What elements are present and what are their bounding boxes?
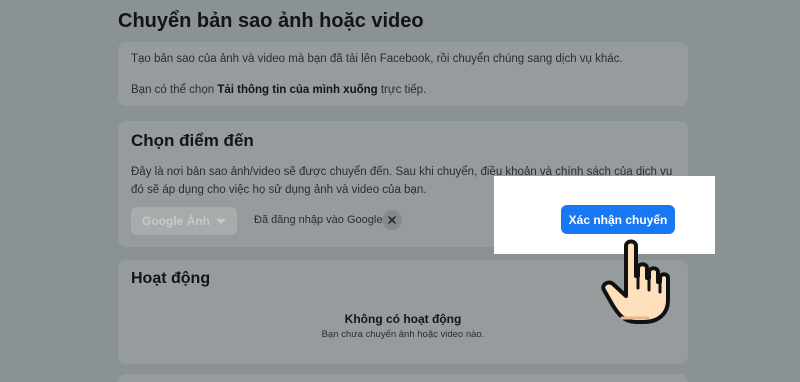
logged-in-label: Đã đăng nhập vào Google [254, 214, 383, 226]
chevron-down-icon [216, 218, 226, 224]
activity-title: Hoạt động [131, 270, 211, 287]
download-info-link[interactable]: Tải thông tin của mình xuống [217, 84, 377, 96]
destination-title: Chọn điểm đến [131, 131, 254, 150]
next-card [118, 374, 688, 382]
intro-download-text: Bạn có thể chọn Tải thông tin của mình x… [131, 84, 426, 96]
page-title: Chuyển bản sao ảnh hoặc video [118, 10, 424, 32]
destination-select[interactable]: Google Ảnh [131, 207, 237, 235]
intro-download-suffix: trực tiếp. [377, 84, 427, 96]
logout-button[interactable] [382, 210, 402, 230]
destination-select-value: Google Ảnh [142, 214, 210, 228]
intro-text: Tạo bản sao của ảnh và video mà bạn đã t… [131, 53, 623, 65]
empty-state-subtitle: Bạn chưa chuyển ảnh hoặc video nào. [321, 329, 485, 340]
intro-card: Tạo bản sao của ảnh và video mà bạn đã t… [118, 42, 688, 106]
intro-download-prefix: Bạn có thể chọn [131, 84, 218, 96]
close-icon [388, 216, 396, 224]
confirm-transfer-button[interactable]: Xác nhận chuyển [561, 205, 675, 234]
pointing-hand-icon [601, 239, 670, 324]
